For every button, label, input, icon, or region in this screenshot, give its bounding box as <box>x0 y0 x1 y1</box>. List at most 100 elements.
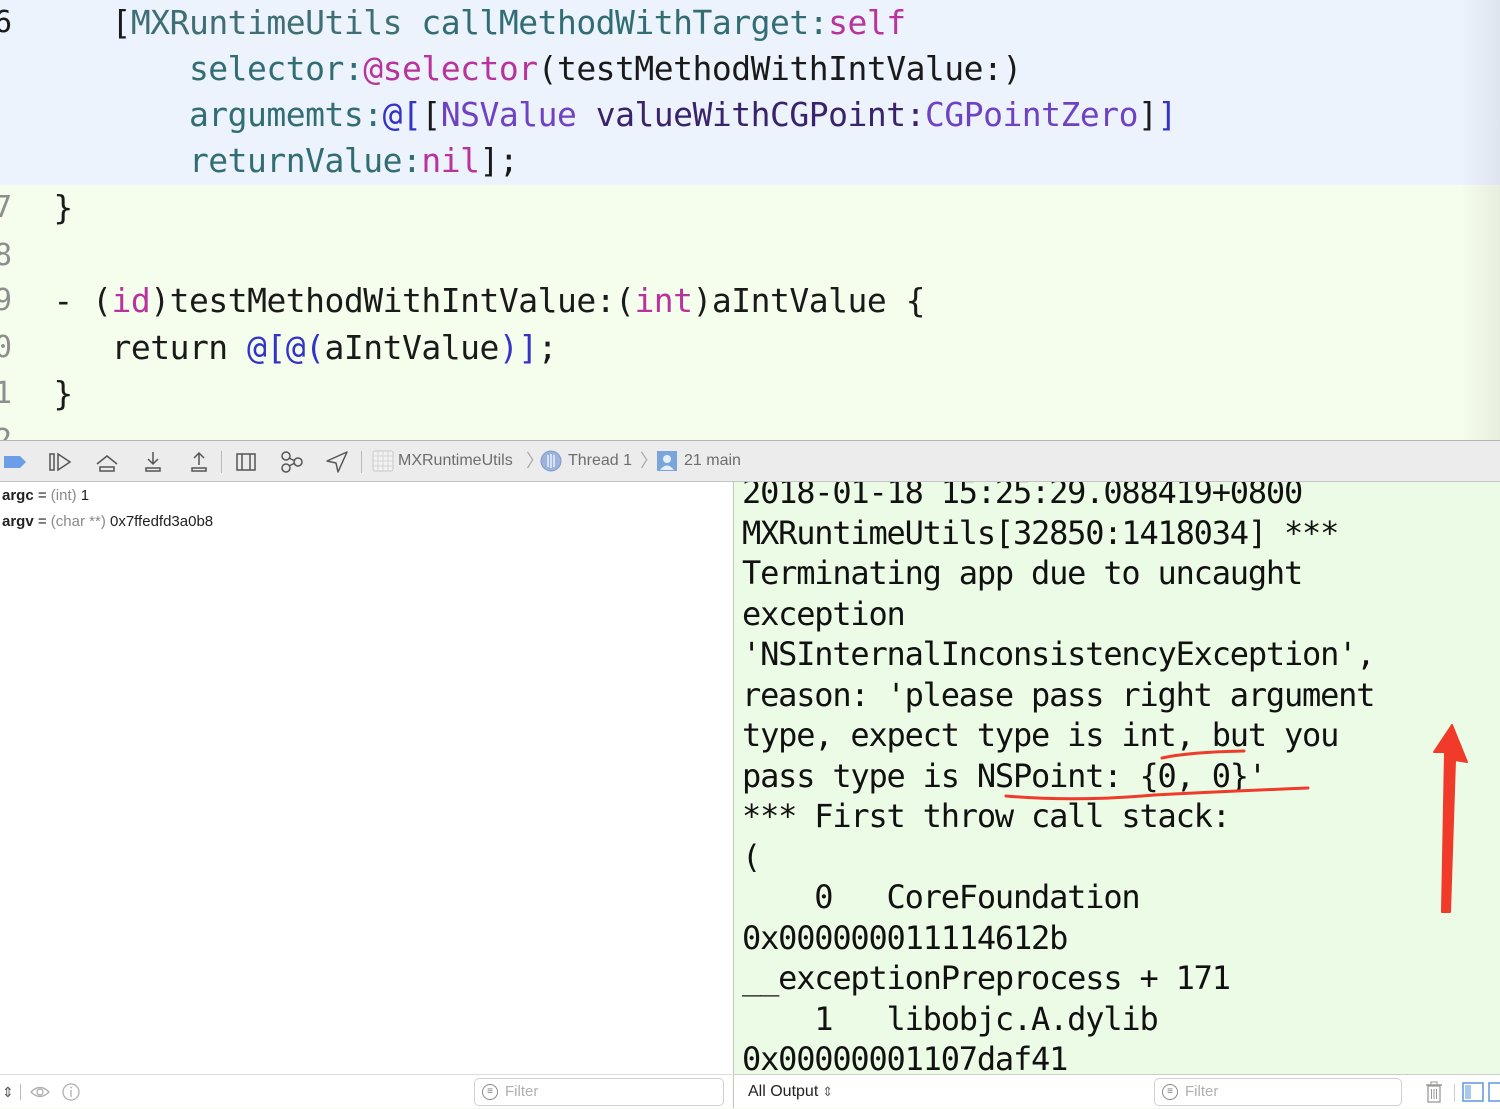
code-token: aIntValue <box>324 328 500 367</box>
code-token: } <box>34 188 73 227</box>
code-token: self <box>828 3 906 42</box>
continue-icon <box>49 452 72 472</box>
code-token: callMethodWithTarget: <box>421 3 829 42</box>
breadcrumb-target[interactable]: MXRuntimeUtils <box>372 441 513 481</box>
annotation-overlay <box>1004 724 1468 913</box>
underline-annotation-int <box>1160 749 1246 760</box>
console-filter-input[interactable]: ≡ Filter <box>1154 1078 1402 1106</box>
footer-separator <box>20 1084 21 1100</box>
filter-icon: ≡ <box>1162 1084 1178 1100</box>
location-arrow-icon <box>326 451 348 473</box>
code-token: return <box>34 328 248 367</box>
code-token: )testMethodWithIntValue:( <box>150 281 635 320</box>
simulate-location-button[interactable] <box>324 449 350 475</box>
code-token: @[ <box>382 95 422 134</box>
app-target-icon <box>372 450 394 472</box>
line-number[interactable]: 1 <box>0 371 34 417</box>
code-text: returnValue:nil]; <box>34 138 519 184</box>
filter-placeholder: Filter <box>1185 1083 1219 1100</box>
stack-frame-user-icon <box>657 450 677 471</box>
quick-look-eye-icon[interactable] <box>30 1083 50 1106</box>
info-icon[interactable] <box>62 1083 80 1106</box>
breakpoints-toggle-button[interactable] <box>2 449 28 475</box>
code-token: ] <box>1138 95 1158 134</box>
filter-icon: ≡ <box>482 1084 498 1100</box>
step-into-button[interactable] <box>140 449 166 475</box>
code-text: } <box>34 371 73 417</box>
code-token: NSValue <box>440 95 577 134</box>
variables-filter-input[interactable]: ≡ Filter <box>474 1078 724 1106</box>
line-number[interactable]: 6 <box>0 0 34 46</box>
show-console-pane-icon[interactable] <box>1488 1082 1500 1107</box>
variable-type: (int) <box>50 487 77 504</box>
step-into-icon <box>145 452 161 472</box>
show-variables-pane-icon[interactable] <box>1462 1082 1484 1107</box>
code-text: [MXRuntimeUtils callMethodWithTarget:sel… <box>34 0 906 46</box>
variables-footer: ⇕ ≡ Filter <box>0 1074 732 1108</box>
breadcrumb-target-label: MXRuntimeUtils <box>398 452 513 469</box>
memory-graph-button[interactable] <box>279 449 305 475</box>
line-number[interactable]: 9 <box>0 278 34 324</box>
breadcrumb-thread-label: Thread 1 <box>568 452 633 469</box>
code-text: selector:@selector(testMethodWithIntValu… <box>34 46 1022 92</box>
thread-icon <box>540 450 562 472</box>
code-editor[interactable]: 6 [MXRuntimeUtils callMethodWithTarget:s… <box>0 0 1500 440</box>
breadcrumb-frame-label: 21 main <box>684 452 741 469</box>
output-selector[interactable]: All Output ⇕ <box>748 1075 833 1109</box>
step-over-button[interactable] <box>94 449 120 475</box>
line-number[interactable]: 2 <box>0 418 34 440</box>
code-token: selector: <box>34 49 364 88</box>
continue-button[interactable] <box>47 449 73 475</box>
code-token: )aIntValue { <box>692 281 926 320</box>
variable-value: 1 <box>76 487 90 504</box>
code-token: id <box>111 281 151 320</box>
variable-equals: = <box>33 513 51 530</box>
memory-graph-icon <box>281 451 303 473</box>
code-token: ] <box>1157 95 1177 134</box>
code-token: nil <box>421 141 480 180</box>
code-token: ; <box>537 328 558 367</box>
scope-selector-chevrons-icon[interactable]: ⇕ <box>2 1083 14 1101</box>
code-token: [ <box>421 95 441 134</box>
variable-row[interactable]: argc = (int) 1 <box>2 484 89 508</box>
console-output[interactable]: 2018-01-18 15:25:29.088419+0800 MXRuntime… <box>733 482 1500 1074</box>
breadcrumb-frame[interactable]: 21 main <box>656 441 741 481</box>
line-number[interactable]: 0 <box>0 325 34 371</box>
code-token: ]; <box>479 141 519 180</box>
breadcrumb-thread[interactable]: Thread 1 <box>540 441 632 481</box>
code-token: argumemts: <box>34 95 383 134</box>
breakpoint-icon <box>4 456 26 468</box>
output-selector-label: All Output <box>748 1083 819 1100</box>
console-footer: All Output ⇕ ≡ Filter <box>733 1074 1500 1108</box>
view-hierarchy-icon <box>236 453 256 471</box>
code-token: @selector <box>363 49 538 88</box>
code-text: - (id)testMethodWithIntValue:(int)aIntVa… <box>34 278 925 324</box>
underline-annotation-nspoint <box>1004 786 1310 801</box>
code-text: argumemts:@[[NSValue valueWithCGPoint:CG… <box>34 92 1177 138</box>
variable-value: 0x7ffedfd3a0b8 <box>105 513 214 530</box>
step-out-button[interactable] <box>186 449 212 475</box>
toolbar-separator <box>361 451 362 473</box>
line-number[interactable]: 7 <box>0 185 34 231</box>
arrow-up-annotation-icon <box>1433 724 1468 913</box>
variable-type: (char **) <box>50 513 106 530</box>
debug-bar: MXRuntimeUtils 〉 Thread 1 〉 21 main <box>0 440 1500 482</box>
code-token: } <box>34 374 73 413</box>
code-token: int <box>634 281 693 320</box>
code-token: - ( <box>34 281 112 320</box>
footer-separator <box>1454 1084 1455 1102</box>
code-token: [ <box>34 3 131 42</box>
view-hierarchy-button[interactable] <box>233 449 259 475</box>
line-number[interactable]: 8 <box>0 233 34 279</box>
variable-name: argv <box>2 513 34 530</box>
variable-row[interactable]: argv = (char **) 0x7ffedfd3a0b8 <box>2 510 213 534</box>
trash-icon[interactable] <box>1424 1081 1444 1108</box>
toolbar-separator <box>221 451 222 473</box>
code-token: )] <box>498 328 538 367</box>
variable-name: argc <box>2 487 34 504</box>
code-token: valueWithCGPoint: <box>595 95 926 134</box>
filter-placeholder: Filter <box>505 1083 539 1100</box>
code-text: } <box>34 185 73 231</box>
